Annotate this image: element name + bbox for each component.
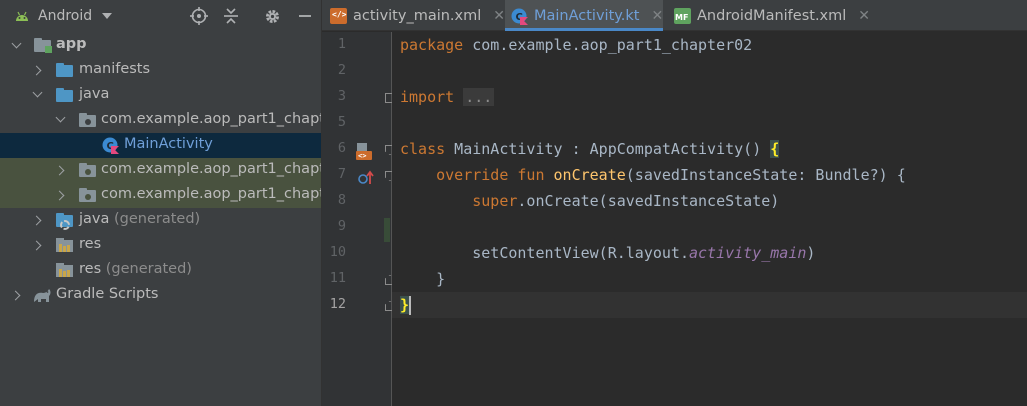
line-number: 3 bbox=[337, 88, 346, 104]
tree-item-label: MainActivity bbox=[124, 136, 213, 152]
package-icon bbox=[79, 162, 97, 178]
tree-item-res-generated[interactable]: res (generated) bbox=[0, 258, 321, 283]
gear-icon[interactable] bbox=[262, 6, 282, 26]
svg-text:<>: <> bbox=[358, 152, 366, 160]
tree-item-label: com.example.aop_part1_chapter02 bbox=[101, 111, 322, 127]
tree-item-res[interactable]: res bbox=[0, 233, 321, 258]
tree-item-manifests[interactable]: manifests bbox=[0, 58, 321, 83]
tree-item-java-generated[interactable]: java (generated) bbox=[0, 208, 321, 233]
chevron-right-icon[interactable] bbox=[12, 290, 22, 300]
code-line-1: package com.example.aop_part1_chapter02 bbox=[400, 36, 753, 54]
code-line-11: } bbox=[436, 270, 446, 288]
line-number: 11 bbox=[329, 270, 346, 286]
current-line-highlight bbox=[392, 292, 1027, 318]
chevron-right-icon[interactable] bbox=[33, 215, 43, 225]
module-badge-icon bbox=[45, 46, 52, 53]
minimize-icon[interactable] bbox=[295, 6, 315, 26]
tree-item-label: com.example.aop_part1_chapter02 bbox=[101, 186, 322, 202]
line-number: 5 bbox=[337, 114, 346, 130]
kotlin-class-icon: C bbox=[511, 8, 528, 25]
matched-brace: } bbox=[400, 296, 410, 314]
tab-label: activity_main.xml bbox=[353, 7, 482, 24]
line-number-current: 12 bbox=[329, 296, 346, 312]
folded-imports[interactable]: ... bbox=[463, 88, 495, 106]
tree-item-package-test[interactable]: com.example.aop_part1_chapter02 bbox=[0, 183, 322, 208]
tab-label: MainActivity.kt bbox=[534, 7, 640, 24]
tree-item-gradle-scripts[interactable]: Gradle Scripts bbox=[0, 283, 321, 308]
resources-folder-icon bbox=[56, 262, 74, 278]
tree-item-label: manifests bbox=[79, 61, 151, 77]
tab-activity-main-xml[interactable]: </> activity_main.xml ✕ bbox=[330, 0, 510, 31]
kotlin-class-icon: C bbox=[102, 137, 119, 154]
xml-file-icon: </> bbox=[330, 7, 347, 24]
editor-tab-bar: </> activity_main.xml ✕ C MainActivity.k… bbox=[322, 0, 1027, 31]
line-number: 1 bbox=[337, 36, 346, 52]
code-line-6: class MainActivity : AppCompatActivity()… bbox=[400, 140, 780, 158]
chevron-right-icon[interactable] bbox=[33, 240, 43, 250]
code-line-7: override fun onCreate(savedInstanceState… bbox=[436, 166, 906, 184]
chevron-right-icon[interactable] bbox=[33, 65, 43, 75]
tree-item-app[interactable]: app bbox=[0, 33, 321, 58]
manifest-file-icon: MF bbox=[674, 7, 691, 24]
line-number: 9 bbox=[337, 218, 346, 234]
chevron-right-icon[interactable] bbox=[56, 190, 66, 200]
chevron-down-icon[interactable] bbox=[33, 89, 43, 99]
chevron-down-icon[interactable] bbox=[102, 12, 113, 19]
tab-label: AndroidManifest.xml bbox=[697, 7, 847, 24]
code-line-10: setContentView(R.layout.activity_main) bbox=[472, 244, 816, 262]
tree-item-label: res (generated) bbox=[79, 261, 192, 277]
editor-gutter[interactable]: 1 2 3 5 6 7 8 9 10 11 12 <> bbox=[322, 32, 392, 406]
tree-item-package-main[interactable]: com.example.aop_part1_chapter02 bbox=[0, 108, 322, 133]
override-icon[interactable] bbox=[358, 170, 374, 186]
tree-item-label: app bbox=[56, 36, 87, 52]
folder-icon bbox=[56, 62, 74, 78]
code-line-3: import ... bbox=[400, 88, 495, 106]
line-number: 2 bbox=[337, 62, 346, 78]
gear-icon bbox=[60, 220, 70, 230]
tree-item-label: java bbox=[79, 86, 110, 102]
code-editor[interactable]: package com.example.aop_part1_chapter02 … bbox=[392, 32, 1027, 406]
line-number: 7 bbox=[337, 166, 346, 182]
tab-mainactivity-kt[interactable]: C MainActivity.kt ✕ bbox=[505, 0, 663, 31]
close-icon[interactable]: ✕ bbox=[493, 8, 505, 24]
android-icon bbox=[16, 11, 28, 21]
chevron-down-icon[interactable] bbox=[56, 114, 66, 124]
tree-item-label: Gradle Scripts bbox=[56, 286, 159, 302]
tree-item-label: res bbox=[79, 236, 102, 252]
view-selector[interactable]: Android bbox=[38, 8, 92, 24]
tree-item-package-androidtest[interactable]: com.example.aop_part1_chapter02 bbox=[0, 158, 322, 183]
tab-androidmanifest-xml[interactable]: MF AndroidManifest.xml ✕ bbox=[674, 0, 874, 31]
close-icon[interactable]: ✕ bbox=[651, 8, 663, 24]
resources-folder-icon bbox=[56, 237, 74, 253]
tree-item-java[interactable]: java bbox=[0, 83, 321, 108]
close-icon[interactable]: ✕ bbox=[858, 8, 870, 24]
chevron-down-icon[interactable] bbox=[12, 40, 22, 50]
collapse-all-icon[interactable] bbox=[221, 6, 241, 26]
code-line-8: super.onCreate(savedInstanceState) bbox=[472, 192, 780, 210]
tree-item-label: com.example.aop_part1_chapter02 bbox=[101, 161, 322, 177]
package-icon bbox=[79, 112, 97, 128]
project-tree: app manifests java com.example.aop_part1… bbox=[0, 33, 322, 308]
code-line-12: } bbox=[400, 292, 410, 318]
change-marker[interactable] bbox=[384, 218, 390, 242]
project-panel: Android app manifests java com.example.a… bbox=[0, 0, 322, 406]
folder-icon bbox=[56, 87, 74, 103]
text-caret bbox=[409, 296, 411, 315]
line-number: 8 bbox=[337, 192, 346, 208]
package-icon bbox=[79, 187, 97, 203]
locate-icon[interactable] bbox=[189, 6, 209, 26]
layout-file-icon[interactable]: <> bbox=[356, 142, 372, 160]
tree-item-mainactivity[interactable]: C MainActivity bbox=[0, 133, 321, 158]
tree-item-label: java (generated) bbox=[79, 211, 201, 227]
line-number: 6 bbox=[337, 140, 346, 156]
project-panel-header: Android bbox=[0, 0, 321, 31]
chevron-right-icon[interactable] bbox=[56, 165, 66, 175]
gradle-icon bbox=[32, 288, 52, 304]
line-number: 10 bbox=[329, 244, 346, 260]
matched-brace: { bbox=[770, 140, 780, 158]
